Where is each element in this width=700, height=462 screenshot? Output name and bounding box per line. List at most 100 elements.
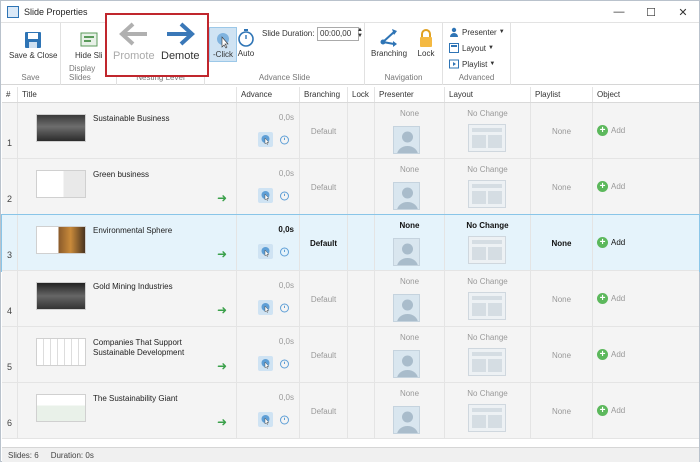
on-click-icon[interactable] <box>258 412 273 427</box>
col-advance[interactable]: Advance <box>237 87 300 102</box>
col-lock[interactable]: Lock <box>348 87 375 102</box>
timer-icon[interactable] <box>277 244 292 259</box>
arrow-right-icon[interactable]: ➜ <box>217 359 227 373</box>
col-playlist[interactable]: Playlist <box>531 87 593 102</box>
playlist-cell[interactable]: None <box>531 159 593 215</box>
arrow-right-icon[interactable]: ➜ <box>217 247 227 261</box>
timer-icon[interactable] <box>277 412 292 427</box>
timer-icon[interactable] <box>277 356 292 371</box>
title-cell[interactable]: Gold Mining Industries ➜ <box>18 271 237 327</box>
presenter-cell[interactable]: None <box>375 103 445 159</box>
advance-cell[interactable]: 0,0s <box>237 103 300 159</box>
add-object-button[interactable]: + Add <box>597 125 625 136</box>
presenter-cell[interactable]: None <box>375 271 445 327</box>
maximize-icon[interactable]: ☐ <box>635 1 667 23</box>
presenter-avatar-icon <box>393 126 420 154</box>
branching-cell[interactable]: Default <box>300 215 348 271</box>
title-cell[interactable]: Sustainable Business ➜ <box>18 103 237 159</box>
branching-button[interactable]: Branching <box>371 27 407 58</box>
branching-cell[interactable]: Default <box>300 383 348 439</box>
table-row[interactable]: 2 Green business ➜ 0,0s Default None No … <box>2 159 699 215</box>
playlist-cell[interactable]: None <box>531 103 593 159</box>
layout-cell[interactable]: No Change <box>445 383 531 439</box>
advance-cell[interactable]: 0,0s <box>237 327 300 383</box>
presenter-cell[interactable]: None <box>375 159 445 215</box>
title-cell[interactable]: The Sustainability Giant ➜ <box>18 383 237 439</box>
promote-button[interactable]: Promote <box>113 21 155 62</box>
save-close-button[interactable]: Save & Close <box>9 29 57 60</box>
col-object[interactable]: Object <box>593 87 699 102</box>
layout-cell[interactable]: No Change <box>445 271 531 327</box>
timer-icon[interactable] <box>277 132 292 147</box>
title-cell[interactable]: Green business ➜ <box>18 159 237 215</box>
duration-spinner[interactable]: ▲ ▼ <box>357 27 363 39</box>
advance-cell[interactable]: 0,0s <box>237 383 300 439</box>
layout-cell[interactable]: No Change <box>445 103 531 159</box>
table-row[interactable]: 5 Companies That Support Sustainable Dev… <box>2 327 699 383</box>
timer-icon[interactable] <box>277 300 292 315</box>
hide-slide-button[interactable]: Hide Sli <box>75 29 103 60</box>
title-cell[interactable]: Environmental Sphere ➜ <box>18 215 237 271</box>
on-click-icon[interactable] <box>258 244 273 259</box>
add-object-button[interactable]: + Add <box>597 181 625 192</box>
lock-button[interactable]: Lock <box>415 27 437 58</box>
on-click-icon[interactable] <box>258 300 273 315</box>
branching-cell[interactable]: Default <box>300 103 348 159</box>
lock-cell[interactable] <box>348 271 375 327</box>
table-row[interactable]: 6 The Sustainability Giant ➜ 0,0s Defaul… <box>2 383 699 439</box>
auto-button[interactable]: Auto <box>235 27 257 58</box>
presenter-dropdown[interactable]: Presenter ▼ <box>449 27 505 37</box>
advance-cell[interactable]: 0,0s <box>237 159 300 215</box>
lock-cell[interactable] <box>348 383 375 439</box>
branching-cell[interactable]: Default <box>300 327 348 383</box>
minimize-icon[interactable]: — <box>603 1 635 23</box>
timer-icon[interactable] <box>277 188 292 203</box>
add-object-button[interactable]: + Add <box>597 293 625 304</box>
lock-cell[interactable] <box>348 159 375 215</box>
presenter-cell[interactable]: None <box>375 215 445 271</box>
slide-duration-field[interactable]: 00:00,00 <box>317 27 359 41</box>
on-click-icon[interactable] <box>258 188 273 203</box>
presenter-cell[interactable]: None <box>375 383 445 439</box>
layout-cell[interactable]: No Change <box>445 327 531 383</box>
add-object-button[interactable]: + Add <box>597 237 625 248</box>
layout-cell[interactable]: No Change <box>445 159 531 215</box>
object-cell: + Add <box>593 103 699 159</box>
presenter-value: None <box>399 389 420 398</box>
close-icon[interactable]: ✕ <box>667 1 699 23</box>
playlist-cell[interactable]: None <box>531 271 593 327</box>
title-cell[interactable]: Companies That Support Sustainable Devel… <box>18 327 237 383</box>
lock-cell[interactable] <box>348 327 375 383</box>
layout-cell[interactable]: No Change <box>445 215 531 271</box>
col-presenter[interactable]: Presenter <box>375 87 445 102</box>
arrow-right-icon[interactable]: ➜ <box>217 415 227 429</box>
presenter-cell[interactable]: None <box>375 327 445 383</box>
branching-cell[interactable]: Default <box>300 159 348 215</box>
table-row[interactable]: 1 Sustainable Business ➜ 0,0s Default No… <box>2 103 699 159</box>
col-title[interactable]: Title <box>18 87 237 102</box>
arrow-right-icon[interactable]: ➜ <box>217 303 227 317</box>
layout-dropdown[interactable]: Layout ▼ <box>449 43 494 53</box>
playlist-cell[interactable]: None <box>531 383 593 439</box>
advance-cell[interactable]: 0,0s <box>237 271 300 327</box>
arrow-right-icon[interactable]: ➜ <box>217 191 227 205</box>
slide-thumbnail <box>36 170 86 198</box>
on-click-button[interactable]: -Click <box>209 27 237 62</box>
col-branching[interactable]: Branching <box>300 87 348 102</box>
col-num[interactable]: # <box>2 87 18 102</box>
table-row[interactable]: 3 Environmental Sphere ➜ 0,0s Default No… <box>1 214 700 272</box>
demote-button[interactable]: Demote <box>161 21 200 62</box>
lock-cell[interactable] <box>348 103 375 159</box>
add-object-button[interactable]: + Add <box>597 349 625 360</box>
branching-cell[interactable]: Default <box>300 271 348 327</box>
playlist-cell[interactable]: None <box>531 327 593 383</box>
table-row[interactable]: 4 Gold Mining Industries ➜ 0,0s Default … <box>2 271 699 327</box>
on-click-icon[interactable] <box>258 132 273 147</box>
lock-cell[interactable] <box>348 215 375 271</box>
col-layout[interactable]: Layout <box>445 87 531 102</box>
advance-cell[interactable]: 0,0s <box>237 215 300 271</box>
playlist-cell[interactable]: None <box>531 215 593 271</box>
add-object-button[interactable]: + Add <box>597 405 625 416</box>
playlist-dropdown[interactable]: Playlist ▼ <box>449 59 495 69</box>
on-click-icon[interactable] <box>258 356 273 371</box>
